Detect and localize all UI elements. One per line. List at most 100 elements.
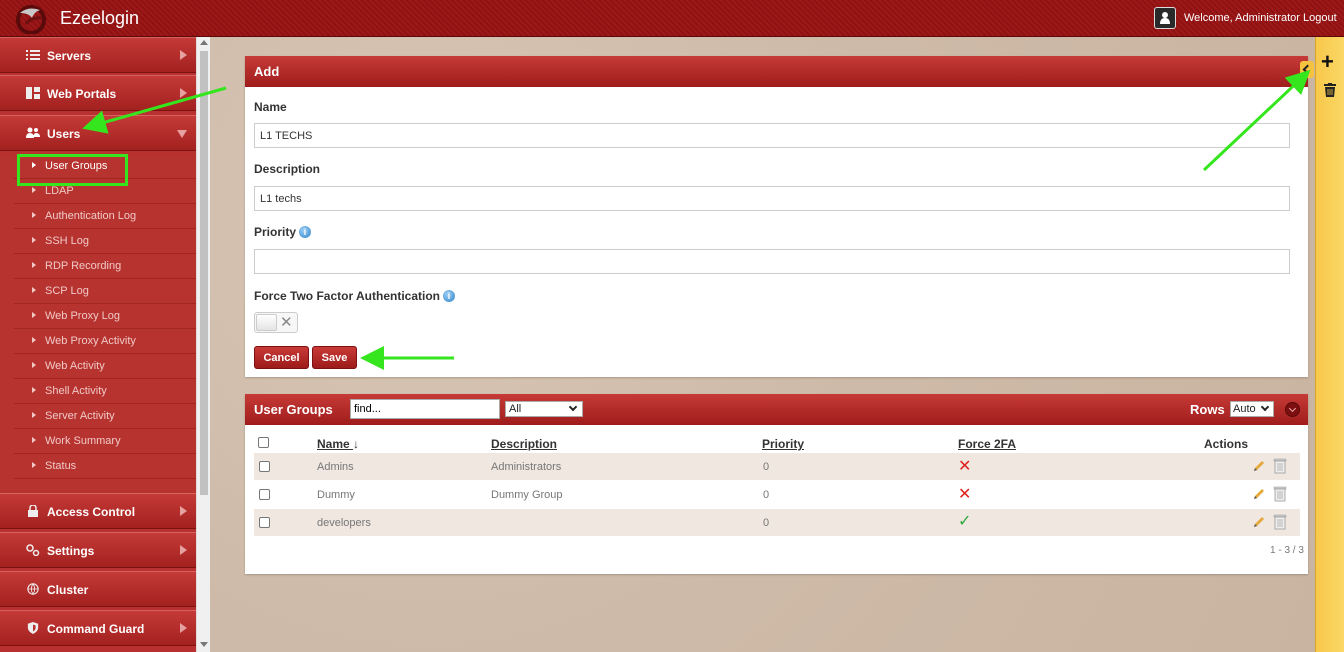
user-avatar-icon[interactable] — [1154, 7, 1176, 29]
sidebar-item-label: Access Control — [47, 505, 136, 519]
lock-icon — [28, 505, 38, 517]
delete-trash-icon[interactable] — [1273, 485, 1287, 502]
add-plus-icon[interactable]: + — [1321, 51, 1334, 73]
row-checkbox[interactable] — [259, 517, 270, 528]
name-input[interactable] — [254, 123, 1290, 148]
search-input[interactable] — [350, 399, 500, 419]
submenu-item-label: Web Proxy Activity — [45, 335, 136, 347]
scroll-thumb[interactable] — [200, 51, 208, 495]
sidebar-item-command-guard[interactable]: Command Guard — [0, 610, 196, 646]
force2fa-label-row: Force Two Factor Authentication i — [254, 289, 456, 303]
column-header-actions: Actions — [1204, 437, 1249, 451]
description-label: Description — [254, 162, 321, 176]
force2fa-toggle[interactable]: ✕ — [254, 312, 298, 333]
priority-label-row: Priority i — [254, 225, 312, 239]
edit-pencil-icon[interactable] — [1252, 515, 1266, 529]
submenu-item-web-activity[interactable]: Web Activity — [14, 354, 196, 379]
dashboard-icon — [26, 87, 40, 99]
annotation-highlight-box — [17, 154, 128, 186]
bullet-icon — [32, 437, 36, 443]
description-input[interactable] — [254, 186, 1290, 211]
submenu-item-server-activity[interactable]: Server Activity — [14, 404, 196, 429]
add-form-title: Add — [254, 64, 280, 79]
priority-input[interactable] — [254, 249, 1290, 274]
filter-select-value: All — [509, 403, 522, 415]
trash-icon[interactable] — [1324, 83, 1336, 97]
table-row: Admins Administrators 0 ✕ — [254, 453, 1300, 480]
toggle-knob — [256, 314, 277, 331]
cancel-button[interactable]: Cancel — [254, 346, 309, 369]
sidebar-item-servers[interactable]: Servers — [0, 37, 196, 73]
bullet-icon — [32, 312, 36, 318]
bullet-icon — [32, 262, 36, 268]
submenu-item-authentication-log[interactable]: Authentication Log — [14, 204, 196, 229]
close-icon: ✕ — [280, 314, 293, 331]
edit-pencil-icon[interactable] — [1252, 459, 1266, 473]
submenu-item-scp-log[interactable]: SCP Log — [14, 279, 196, 304]
submenu-item-label: Work Summary — [45, 435, 121, 447]
ezeelogin-logo-icon — [16, 5, 46, 34]
filter-select[interactable]: All — [505, 401, 583, 417]
submenu-item-shell-activity[interactable]: Shell Activity — [14, 379, 196, 404]
sidebar-item-label: Command Guard — [47, 622, 145, 636]
chevron-down-icon — [177, 130, 187, 138]
chevron-down-icon — [1260, 402, 1270, 412]
sidebar-item-access-control[interactable]: Access Control — [0, 493, 196, 529]
scroll-down-icon[interactable] — [200, 642, 208, 647]
submenu-item-ssh-log[interactable]: SSH Log — [14, 229, 196, 254]
cross-icon: ✕ — [958, 458, 972, 475]
select-all-checkbox[interactable] — [258, 437, 269, 448]
info-icon[interactable]: i — [443, 290, 456, 302]
submenu-item-status[interactable]: Status — [14, 454, 196, 479]
sidebar-item-cluster[interactable]: Cluster — [0, 571, 196, 607]
row-name: developers — [317, 517, 371, 529]
rows-select[interactable]: Auto — [1230, 401, 1274, 417]
chevron-right-icon — [180, 545, 187, 555]
collapse-list-icon[interactable] — [1285, 402, 1300, 417]
rows-select-value: Auto — [1233, 403, 1256, 415]
column-header-name-text: Name — [317, 437, 350, 451]
info-icon[interactable]: i — [299, 226, 312, 238]
submenu-item-work-summary[interactable]: Work Summary — [14, 429, 196, 454]
sidebar-item-users[interactable]: Users — [0, 115, 196, 151]
scroll-up-icon[interactable] — [200, 40, 208, 45]
sidebar-item-label: Web Portals — [47, 87, 117, 101]
sidebar: Servers Web Portals Users User Groups LD… — [0, 37, 196, 652]
row-checkbox[interactable] — [259, 461, 270, 472]
chevron-right-icon — [180, 88, 187, 98]
shield-icon — [27, 622, 39, 634]
submenu-item-web-proxy-activity[interactable]: Web Proxy Activity — [14, 329, 196, 354]
delete-trash-icon[interactable] — [1273, 457, 1287, 474]
sidebar-scrollbar[interactable] — [196, 37, 210, 652]
users-submenu: User Groups LDAP Authentication Log SSH … — [0, 154, 196, 531]
sidebar-item-label: Cluster — [47, 583, 89, 597]
app-title: Ezeelogin — [60, 8, 140, 28]
row-priority: 0 — [763, 489, 770, 501]
collapse-panel-icon[interactable] — [1300, 61, 1314, 78]
chevron-right-icon — [180, 623, 187, 633]
bullet-icon — [32, 237, 36, 243]
delete-trash-icon[interactable] — [1273, 513, 1287, 530]
column-header-description[interactable]: Description — [491, 437, 557, 451]
submenu-item-rdp-recording[interactable]: RDP Recording — [14, 254, 196, 279]
welcome-logout-link[interactable]: Welcome, Administrator Logout — [1184, 12, 1337, 24]
user-groups-title: User Groups — [254, 402, 333, 417]
row-priority: 0 — [763, 517, 770, 529]
column-header-priority[interactable]: Priority — [762, 437, 804, 451]
submenu-item-web-proxy-log[interactable]: Web Proxy Log — [14, 304, 196, 329]
sidebar-item-label: Users — [47, 127, 81, 141]
list-icon — [26, 50, 40, 60]
chevron-right-icon — [180, 50, 187, 60]
sidebar-item-settings[interactable]: Settings — [0, 532, 196, 568]
submenu-item-label: SCP Log — [45, 285, 89, 297]
submenu-item-label: LDAP — [45, 185, 74, 197]
save-button[interactable]: Save — [312, 346, 357, 369]
edit-pencil-icon[interactable] — [1252, 487, 1266, 501]
submenu-item-label: SSH Log — [45, 235, 90, 247]
column-header-name[interactable]: Name ↓ — [317, 437, 359, 451]
bullet-icon — [32, 212, 36, 218]
row-checkbox[interactable] — [259, 489, 270, 500]
bullet-icon — [32, 462, 36, 468]
column-header-force-2fa[interactable]: Force 2FA — [958, 437, 1016, 451]
sidebar-item-web-portals[interactable]: Web Portals — [0, 75, 196, 111]
